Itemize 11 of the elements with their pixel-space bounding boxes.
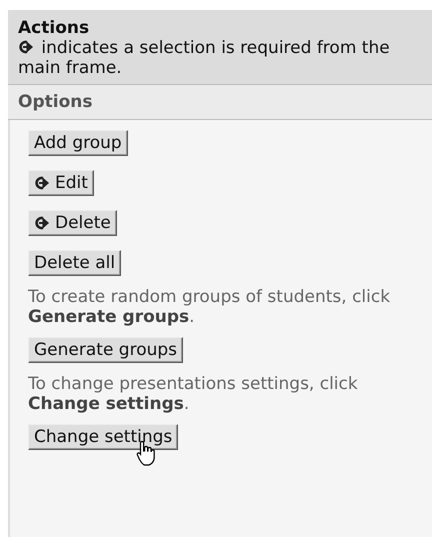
selection-note: indicates a selection is required from the main frame. bbox=[18, 38, 391, 78]
hint-text: To create random groups of students, click Generate groups. bbox=[28, 287, 392, 327]
action-button[interactable]: Delete bbox=[28, 210, 117, 236]
action-button[interactable]: Add group bbox=[28, 130, 128, 156]
hint-text: To change presentations settings, click Change settings. bbox=[28, 374, 359, 414]
action-button[interactable]: Change settings bbox=[28, 424, 178, 450]
action-button[interactable]: Edit bbox=[28, 170, 94, 196]
action-button[interactable]: Delete all bbox=[28, 250, 122, 276]
options-title: Options bbox=[18, 92, 92, 112]
actions-title: Actions bbox=[18, 18, 90, 38]
action-button[interactable]: Generate groups bbox=[28, 337, 184, 363]
